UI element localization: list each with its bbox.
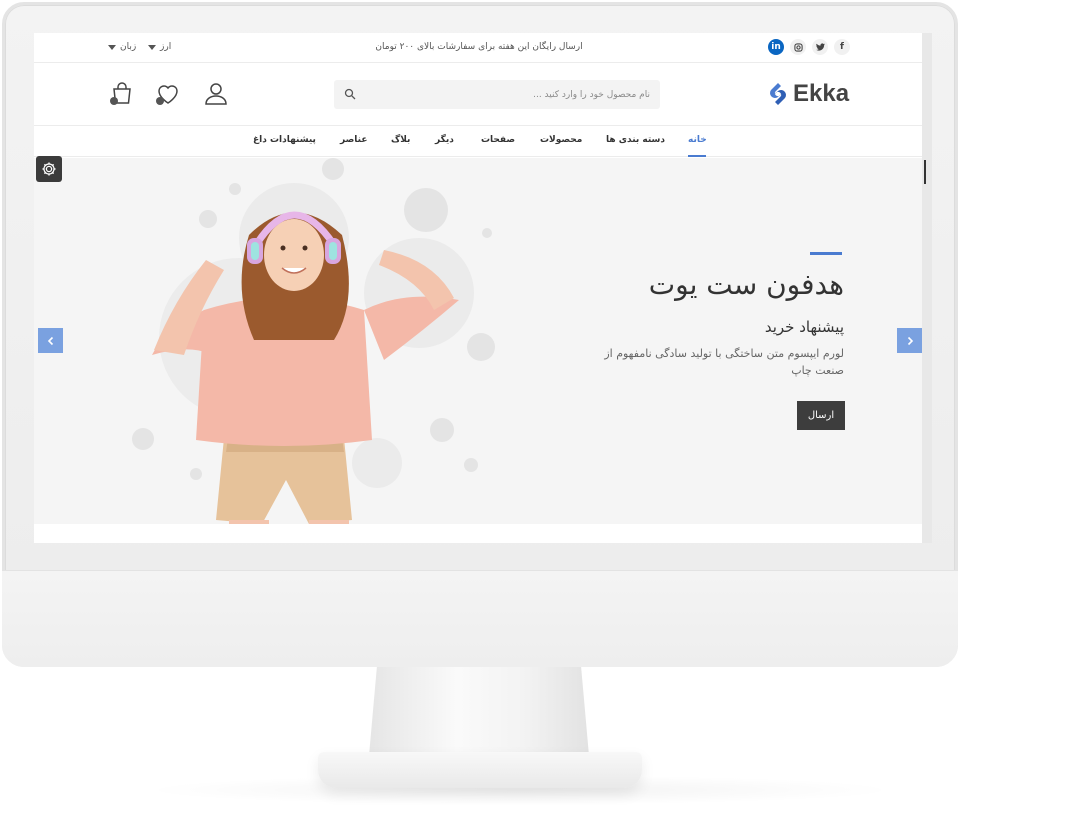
search-input[interactable]: [370, 80, 650, 109]
monitor-stand-base: [318, 752, 642, 788]
currency-dropdown[interactable]: ارز: [148, 42, 171, 52]
scrollbar-thumb[interactable]: [924, 160, 926, 184]
instagram-icon[interactable]: [790, 39, 806, 55]
currency-label: ارز: [160, 42, 172, 52]
hero-slider: هدفون ست یوت پیشنهاد خرید لورم ایپسوم مت…: [34, 158, 924, 524]
chevron-down-icon: [108, 44, 116, 50]
search-box: [334, 80, 660, 109]
decor-circle: [482, 228, 492, 238]
slider-prev-button[interactable]: [38, 328, 63, 353]
twitter-icon[interactable]: [812, 39, 828, 55]
promo-text: ارسال رایگان این هفته برای سفارشات بالای…: [375, 42, 583, 52]
slider-next-button[interactable]: [897, 328, 922, 353]
nav-item-other[interactable]: دیگر: [435, 135, 454, 145]
hero-accent-line: [810, 252, 842, 255]
nav-item-elements[interactable]: عناصر: [340, 135, 368, 145]
header: Ekka: [34, 63, 924, 126]
chevron-down-icon: [148, 44, 156, 50]
linkedin-icon[interactable]: in: [768, 39, 784, 55]
nav-item-pages[interactable]: صفحات: [481, 135, 515, 145]
decor-circle: [322, 158, 344, 180]
page-content-below: [34, 524, 924, 543]
language-dropdown[interactable]: زبان: [108, 42, 136, 52]
hero-model-image: [152, 211, 459, 524]
hero-submit-button[interactable]: ارسال: [797, 401, 845, 430]
top-bar: زبان ارز ارسال رایگان این هفته برای سفار…: [34, 33, 924, 63]
language-label: زبان: [120, 42, 137, 52]
brand-logo[interactable]: Ekka: [765, 80, 849, 108]
browser-screen: زبان ارز ارسال رایگان این هفته برای سفار…: [34, 33, 932, 543]
logo-mark-icon: [765, 81, 791, 107]
logo-text: Ekka: [793, 80, 850, 107]
nav-item-products[interactable]: محصولات: [540, 135, 582, 145]
chevron-right-icon: [907, 336, 913, 345]
main-nav: پیشنهادات داغ عناصر بلاگ دیگر صفحات محصو…: [34, 127, 924, 157]
active-tab-indicator: [688, 155, 706, 157]
search-icon[interactable]: [344, 88, 356, 100]
hero-subtitle: پیشنهاد خرید: [764, 318, 844, 336]
nav-item-home[interactable]: خانه: [688, 135, 707, 145]
gear-icon: [42, 162, 56, 176]
nav-item-categories[interactable]: دسته بندی ها: [606, 135, 665, 145]
wishlist-icon[interactable]: [154, 80, 182, 108]
settings-button[interactable]: [36, 156, 62, 182]
user-icon[interactable]: [202, 80, 230, 108]
hero-title: هدفون ست یوت: [648, 268, 844, 301]
chevron-left-icon: [47, 336, 53, 345]
hero-description: لورم ایپسوم متن ساختگی با تولید سادگی نا…: [604, 347, 844, 377]
facebook-icon[interactable]: f: [834, 39, 850, 55]
cart-icon[interactable]: [108, 80, 136, 108]
nav-item-blog[interactable]: بلاگ: [391, 135, 410, 145]
nav-item-hot-offers[interactable]: پیشنهادات داغ: [253, 135, 316, 145]
scrollbar-track[interactable]: [922, 33, 932, 543]
monitor-chin: [2, 570, 958, 667]
